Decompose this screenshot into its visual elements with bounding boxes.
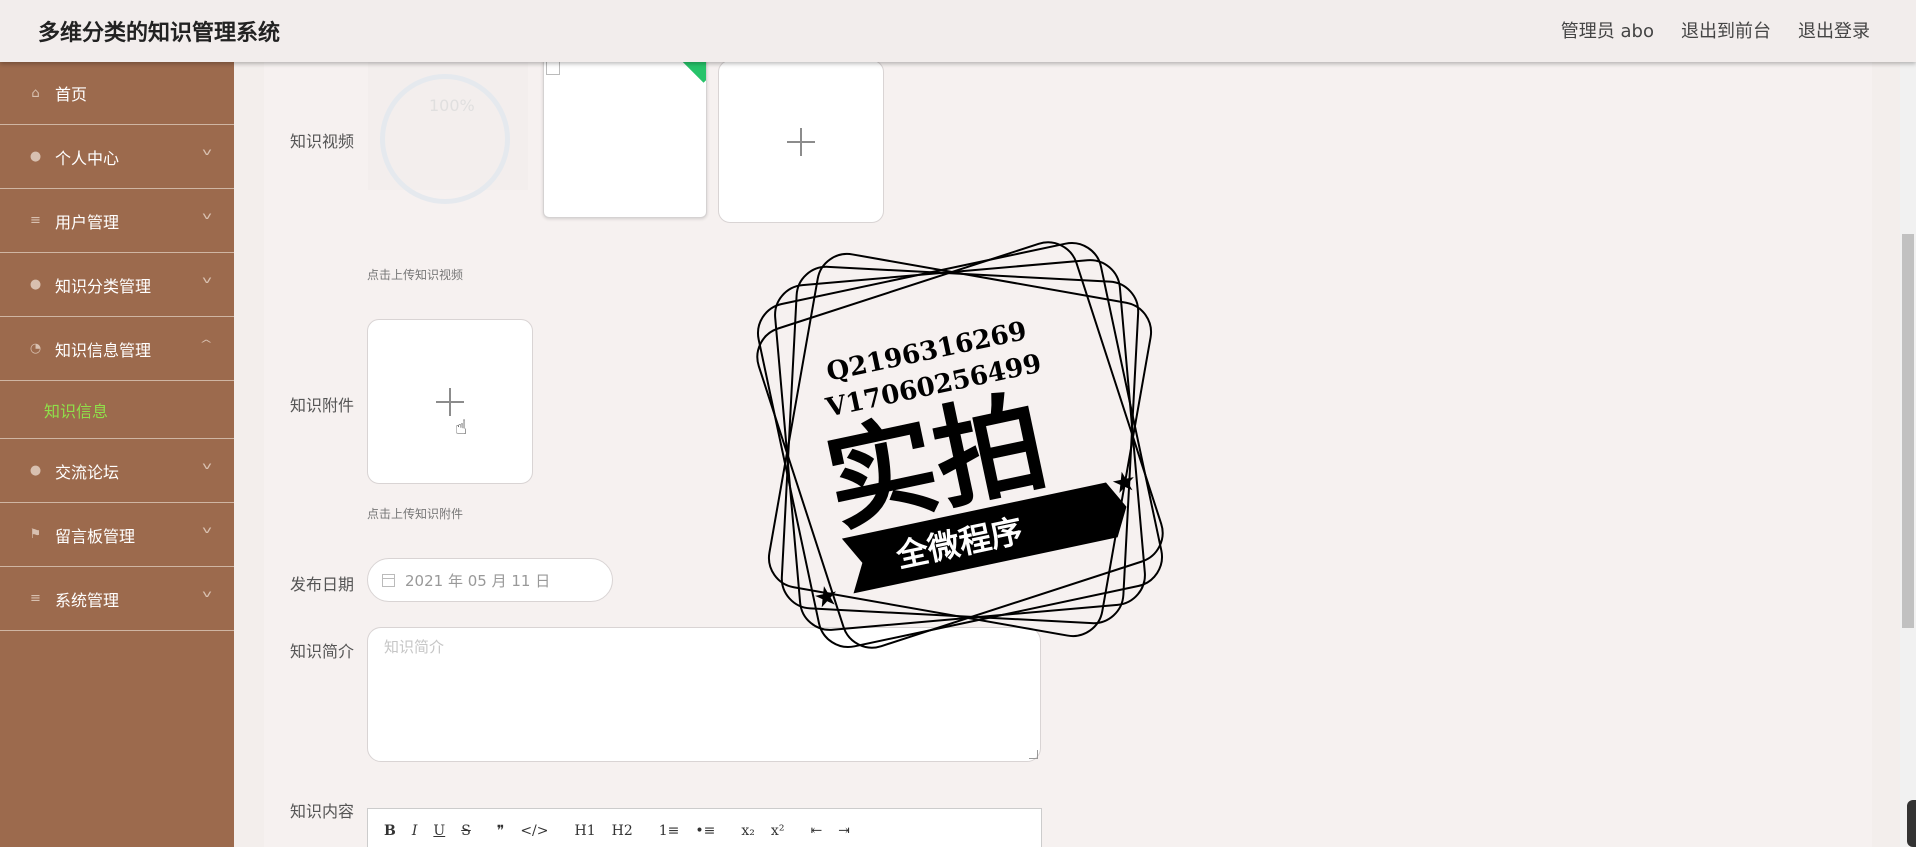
admin-user-link[interactable]: 管理员 abo <box>1561 17 1654 43</box>
underline-button[interactable]: U <box>433 823 445 839</box>
hand-cursor-icon: ☝ <box>455 415 468 439</box>
app-title: 多维分类的知识管理系统 <box>38 21 281 46</box>
attachment-upload-hint: 点击上传知识附件 <box>367 507 464 521</box>
content-label: 知识内容 <box>290 802 355 821</box>
attachment-label: 知识附件 <box>290 396 355 415</box>
sidebar-item-label: 知识信息管理 <box>55 340 152 360</box>
progress-text: 100% <box>429 96 475 115</box>
chevron-up-icon: ^ <box>199 339 213 350</box>
sidebar-item-user-management[interactable]: ≡ 用户管理 v <box>0 189 234 253</box>
sidebar-item-label: 用户管理 <box>55 212 120 232</box>
upload-progress: 100% <box>368 62 528 204</box>
sidebar-item-system-management[interactable]: ≡ 系统管理 v <box>0 567 234 631</box>
list-icon: ≡ <box>30 213 41 228</box>
home-icon: ⌂ <box>31 85 40 101</box>
bold-button[interactable]: B <box>384 823 396 839</box>
page-scrollbar[interactable] <box>1900 62 1916 847</box>
back-to-front-link[interactable]: 退出到前台 <box>1681 17 1771 43</box>
sidebar-item-forum[interactable]: ● 交流论坛 v <box>0 439 234 503</box>
code-block-button[interactable]: </> <box>520 823 548 839</box>
indent-button[interactable]: ⇥ <box>838 823 850 839</box>
chevron-down-icon: v <box>202 525 212 536</box>
sidebar-item-message-board[interactable]: ⚑ 留言板管理 v <box>0 503 234 567</box>
progress-ring <box>380 74 510 204</box>
chevron-down-icon: v <box>202 275 212 286</box>
sidebar: ⌂ 首页 ● 个人中心 v ≡ 用户管理 v ● 知识分类管理 v ◔ 知识信息… <box>0 62 234 847</box>
date-label: 发布日期 <box>290 575 355 594</box>
sidebar-item-knowledge-management[interactable]: ◔ 知识信息管理 ^ <box>0 317 234 381</box>
logout-link[interactable]: 退出登录 <box>1798 17 1870 43</box>
video-label: 知识视频 <box>290 132 355 151</box>
heading1-button[interactable]: H1 <box>575 823 596 839</box>
sidebar-item-personal-center[interactable]: ● 个人中心 v <box>0 125 234 189</box>
intro-placeholder: 知识简介 <box>384 638 445 656</box>
flag-icon: ⚑ <box>29 527 42 542</box>
sidebar-subitem-knowledge-info[interactable]: 知识信息 <box>0 381 234 439</box>
ordered-list-button[interactable]: 1≡ <box>659 823 680 839</box>
publish-date-picker[interactable]: 2021 年 05 月 11 日 <box>367 558 613 602</box>
edge-handle <box>1907 800 1916 847</box>
list-icon: ≡ <box>30 591 41 606</box>
strikethrough-button[interactable]: S <box>461 823 471 839</box>
date-value: 2021 年 05 月 11 日 <box>405 571 551 590</box>
video-upload-button[interactable] <box>718 60 884 223</box>
sidebar-item-label: 个人中心 <box>55 148 120 168</box>
rich-text-toolbar: B I U S ❞ </> H1 H2 1≡ •≡ x₂ x² ⇤ ⇥ <box>367 808 1042 847</box>
chevron-down-icon: v <box>202 147 212 158</box>
chevron-down-icon: v <box>202 211 212 222</box>
sidebar-item-label: 系统管理 <box>55 590 120 610</box>
attachment-upload-button[interactable] <box>367 319 533 484</box>
heading2-button[interactable]: H2 <box>612 823 633 839</box>
sidebar-item-category-management[interactable]: ● 知识分类管理 v <box>0 253 234 317</box>
star-icon: ★ <box>810 578 841 615</box>
blockquote-button[interactable]: ❞ <box>497 823 505 839</box>
chevron-down-icon: v <box>202 461 212 472</box>
watermark-stamp: Q2196316269 V17060256499 实拍 全微程序 ★ ★ <box>756 241 1164 649</box>
video-upload-hint: 点击上传知识视频 <box>367 268 464 282</box>
intro-label: 知识简介 <box>290 642 355 661</box>
outdent-button[interactable]: ⇤ <box>810 823 822 839</box>
sidebar-item-home[interactable]: ⌂ 首页 <box>0 62 234 125</box>
calendar-icon <box>382 573 395 587</box>
user-icon: ● <box>29 463 42 478</box>
sidebar-item-label: 交流论坛 <box>55 462 120 482</box>
top-links: 管理员 abo 退出到前台 退出登录 <box>1561 17 1870 43</box>
plus-icon <box>787 127 815 156</box>
dashboard-icon: ◔ <box>29 341 42 356</box>
scrollbar-thumb[interactable] <box>1902 234 1914 628</box>
chevron-down-icon: v <box>202 589 212 600</box>
resize-handle-icon[interactable] <box>1029 750 1038 759</box>
user-icon: ● <box>29 277 42 292</box>
top-bar: 多维分类的知识管理系统 管理员 abo 退出到前台 退出登录 <box>0 0 1916 62</box>
plus-icon <box>436 387 464 416</box>
sidebar-item-label: 留言板管理 <box>55 526 136 546</box>
sidebar-item-label: 首页 <box>55 85 88 104</box>
superscript-button[interactable]: x² <box>771 823 785 839</box>
italic-button[interactable]: I <box>412 823 418 839</box>
subscript-button[interactable]: x₂ <box>741 823 755 839</box>
uploaded-video-thumbnail[interactable] <box>543 56 707 218</box>
bullet-list-button[interactable]: •≡ <box>695 823 715 839</box>
sidebar-item-label: 知识分类管理 <box>55 276 152 296</box>
user-icon: ● <box>29 149 42 164</box>
